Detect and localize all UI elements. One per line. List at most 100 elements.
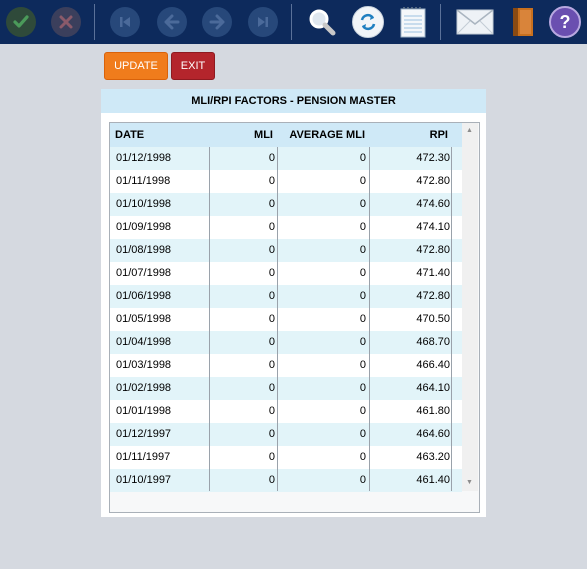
- refresh-icon[interactable]: [351, 5, 385, 39]
- cell-rpi: 472.80: [416, 175, 450, 187]
- table-row[interactable]: 01/06/1998 0 0 472.80: [110, 285, 462, 308]
- cell-average-mli: 0: [359, 198, 366, 210]
- cell-date: 01/02/1998: [116, 382, 172, 394]
- column-divider: [451, 147, 452, 491]
- toolbar-separator: [291, 4, 292, 40]
- cell-mli: 0: [268, 290, 275, 302]
- cell-date: 01/03/1998: [116, 359, 172, 371]
- factors-grid: DATE MLI AVERAGE MLI RPI 01/12/1998 0 0 472…: [109, 122, 480, 513]
- help-glyph: ?: [559, 11, 571, 32]
- confirm-icon[interactable]: [4, 5, 38, 39]
- toolbar-separator: [440, 4, 441, 40]
- column-header-rpi[interactable]: RPI: [370, 123, 448, 147]
- cell-date: 01/08/1998: [116, 244, 172, 256]
- book-icon[interactable]: [505, 5, 539, 39]
- column-header-average-mli[interactable]: AVERAGE MLI: [278, 123, 365, 147]
- cell-rpi: 464.10: [416, 382, 450, 394]
- cell-mli: 0: [268, 244, 275, 256]
- column-header-mli[interactable]: MLI: [210, 123, 273, 147]
- cell-date: 01/04/1998: [116, 336, 172, 348]
- cell-average-mli: 0: [359, 313, 366, 325]
- cell-mli: 0: [268, 152, 275, 164]
- table-row[interactable]: 01/04/1998 0 0 468.70: [110, 331, 462, 354]
- column-divider: [369, 147, 370, 491]
- cell-average-mli: 0: [359, 382, 366, 394]
- column-divider: [209, 147, 210, 491]
- cell-mli: 0: [268, 428, 275, 440]
- column-header-date[interactable]: DATE: [115, 123, 144, 147]
- cell-average-mli: 0: [359, 405, 366, 417]
- table-row[interactable]: 01/11/1997 0 0 463.20: [110, 446, 462, 469]
- grid-header: DATE MLI AVERAGE MLI RPI: [110, 123, 462, 147]
- cell-average-mli: 0: [359, 359, 366, 371]
- vertical-scrollbar[interactable]: ▲ ▼: [462, 123, 478, 491]
- cell-date: 01/06/1998: [116, 290, 172, 302]
- cell-mli: 0: [268, 451, 275, 463]
- factors-panel: MLI/RPI FACTORS - PENSION MASTER DATE ML…: [101, 89, 486, 517]
- table-row[interactable]: 01/03/1998 0 0 466.40: [110, 354, 462, 377]
- cell-mli: 0: [268, 221, 275, 233]
- cell-date: 01/11/1998: [116, 175, 171, 187]
- cancel-icon[interactable]: [49, 5, 83, 39]
- cell-average-mli: 0: [359, 451, 366, 463]
- cell-date: 01/12/1997: [116, 428, 172, 440]
- table-row[interactable]: 01/12/1997 0 0 464.60: [110, 423, 462, 446]
- cell-date: 01/01/1998: [116, 405, 172, 417]
- table-row[interactable]: 01/12/1998 0 0 472.30: [110, 147, 462, 170]
- cell-rpi: 468.70: [416, 336, 450, 348]
- column-divider: [277, 147, 278, 491]
- cell-date: 01/10/1998: [116, 198, 172, 210]
- search-icon[interactable]: [305, 5, 339, 39]
- cell-average-mli: 0: [359, 152, 366, 164]
- cell-average-mli: 0: [359, 428, 366, 440]
- cell-mli: 0: [268, 198, 275, 210]
- table-row[interactable]: 01/05/1998 0 0 470.50: [110, 308, 462, 331]
- cell-average-mli: 0: [359, 336, 366, 348]
- cell-average-mli: 0: [359, 290, 366, 302]
- cell-average-mli: 0: [359, 474, 366, 486]
- toolbar-separator: [94, 4, 95, 40]
- last-record-icon[interactable]: [246, 5, 280, 39]
- table-row[interactable]: 01/10/1997 0 0 461.40: [110, 469, 462, 492]
- scroll-down-icon[interactable]: ▼: [466, 479, 473, 486]
- next-record-icon[interactable]: [200, 5, 234, 39]
- table-row[interactable]: 01/09/1998 0 0 474.10: [110, 216, 462, 239]
- cell-rpi: 466.40: [416, 359, 450, 371]
- cell-date: 01/07/1998: [116, 267, 172, 279]
- table-row[interactable]: 01/08/1998 0 0 472.80: [110, 239, 462, 262]
- mail-icon[interactable]: [455, 5, 495, 39]
- help-icon[interactable]: ?: [548, 5, 582, 39]
- cell-rpi: 470.50: [416, 313, 450, 325]
- cell-mli: 0: [268, 267, 275, 279]
- cell-rpi: 474.10: [416, 221, 450, 233]
- cell-mli: 0: [268, 175, 275, 187]
- cell-average-mli: 0: [359, 267, 366, 279]
- cell-mli: 0: [268, 405, 275, 417]
- cell-mli: 0: [268, 336, 275, 348]
- toolbar: ?: [0, 0, 587, 44]
- exit-button[interactable]: EXIT: [171, 52, 215, 80]
- first-record-icon[interactable]: [108, 5, 142, 39]
- table-row[interactable]: 01/02/1998 0 0 464.10: [110, 377, 462, 400]
- update-button[interactable]: UPDATE: [104, 52, 168, 80]
- cell-mli: 0: [268, 313, 275, 325]
- table-row[interactable]: 01/10/1998 0 0 474.60: [110, 193, 462, 216]
- panel-title: MLI/RPI FACTORS - PENSION MASTER: [101, 89, 486, 113]
- previous-record-icon[interactable]: [155, 5, 189, 39]
- cell-date: 01/05/1998: [116, 313, 172, 325]
- cell-average-mli: 0: [359, 221, 366, 233]
- scroll-up-icon[interactable]: ▲: [466, 127, 473, 134]
- cell-date: 01/12/1998: [116, 152, 172, 164]
- table-row[interactable]: 01/11/1998 0 0 472.80: [110, 170, 462, 193]
- cell-mli: 0: [268, 359, 275, 371]
- cell-rpi: 474.60: [416, 198, 450, 210]
- cell-rpi: 461.40: [416, 474, 450, 486]
- cell-date: 01/10/1997: [116, 474, 172, 486]
- cell-rpi: 472.80: [416, 290, 450, 302]
- table-row[interactable]: 01/07/1998 0 0 471.40: [110, 262, 462, 285]
- table-row[interactable]: 01/01/1998 0 0 461.80: [110, 400, 462, 423]
- cell-mli: 0: [268, 474, 275, 486]
- cell-rpi: 471.40: [416, 267, 450, 279]
- notepad-icon[interactable]: [396, 5, 430, 39]
- cell-mli: 0: [268, 382, 275, 394]
